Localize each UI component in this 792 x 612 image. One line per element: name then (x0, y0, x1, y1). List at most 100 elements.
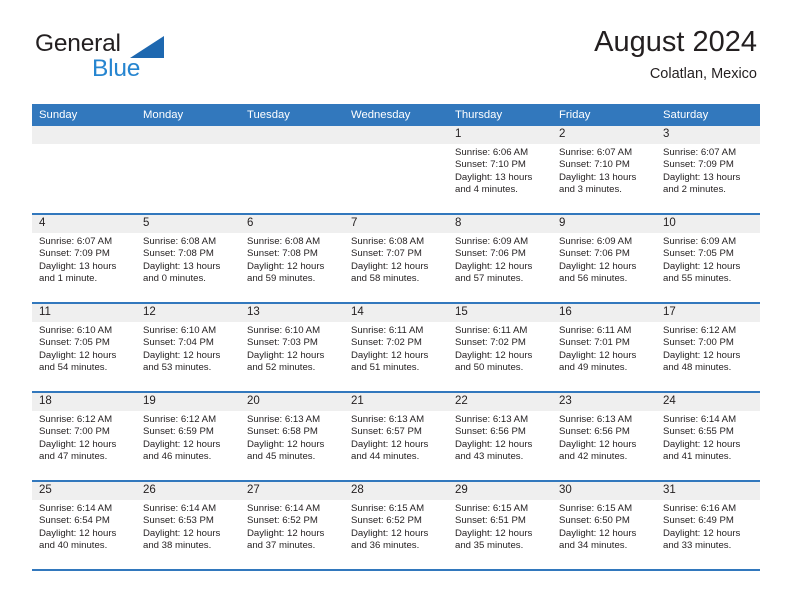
day-cell[interactable]: 10 Sunrise: 6:09 AM Sunset: 7:05 PM Dayl… (656, 215, 760, 302)
day-cell[interactable] (240, 126, 344, 213)
day-number: 19 (136, 393, 240, 411)
day-number: 1 (448, 126, 552, 144)
brand-name-general: General (35, 30, 121, 57)
day-cell[interactable]: 26 Sunrise: 6:14 AM Sunset: 6:53 PM Dayl… (136, 482, 240, 569)
week-row: 1 Sunrise: 6:06 AM Sunset: 7:10 PM Dayli… (32, 126, 760, 215)
day-details: Sunrise: 6:09 AM Sunset: 7:06 PM Dayligh… (448, 233, 552, 286)
day-details: Sunrise: 6:16 AM Sunset: 6:49 PM Dayligh… (656, 500, 760, 553)
daylight-text-line2: and 38 minutes. (143, 540, 212, 552)
day-cell[interactable]: 11 Sunrise: 6:10 AM Sunset: 7:05 PM Dayl… (32, 304, 136, 391)
day-cell[interactable]: 17 Sunrise: 6:12 AM Sunset: 7:00 PM Dayl… (656, 304, 760, 391)
day-details: Sunrise: 6:10 AM Sunset: 7:03 PM Dayligh… (240, 322, 344, 375)
day-cell[interactable]: 15 Sunrise: 6:11 AM Sunset: 7:02 PM Dayl… (448, 304, 552, 391)
daylight-text-line1: Daylight: 12 hours (143, 527, 221, 539)
day-number: 7 (344, 215, 448, 233)
sunrise-text: Sunrise: 6:14 AM (247, 503, 321, 514)
day-number (136, 126, 240, 144)
day-number (240, 126, 344, 144)
sunrise-text: Sunrise: 6:10 AM (39, 325, 113, 336)
day-cell[interactable]: 23 Sunrise: 6:13 AM Sunset: 6:56 PM Dayl… (552, 393, 656, 480)
sunset-text: Sunset: 6:55 PM (663, 426, 734, 438)
day-details: Sunrise: 6:14 AM Sunset: 6:54 PM Dayligh… (32, 500, 136, 553)
brand-name-blue: Blue (92, 55, 141, 82)
daylight-text-line1: Daylight: 12 hours (351, 438, 429, 450)
sunrise-text: Sunrise: 6:15 AM (559, 503, 633, 514)
sunset-text: Sunset: 7:04 PM (143, 337, 214, 349)
sunrise-text: Sunrise: 6:07 AM (559, 147, 633, 158)
day-cell[interactable]: 2 Sunrise: 6:07 AM Sunset: 7:10 PM Dayli… (552, 126, 656, 213)
daylight-text-line1: Daylight: 12 hours (455, 349, 533, 361)
daylight-text-line2: and 59 minutes. (247, 273, 316, 285)
day-cell[interactable]: 12 Sunrise: 6:10 AM Sunset: 7:04 PM Dayl… (136, 304, 240, 391)
day-cell[interactable]: 6 Sunrise: 6:08 AM Sunset: 7:08 PM Dayli… (240, 215, 344, 302)
day-cell[interactable]: 28 Sunrise: 6:15 AM Sunset: 6:52 PM Dayl… (344, 482, 448, 569)
sunset-text: Sunset: 6:49 PM (663, 515, 734, 527)
daylight-text-line1: Daylight: 12 hours (247, 349, 325, 361)
day-cell[interactable]: 4 Sunrise: 6:07 AM Sunset: 7:09 PM Dayli… (32, 215, 136, 302)
day-cell[interactable] (344, 126, 448, 213)
day-cell[interactable]: 19 Sunrise: 6:12 AM Sunset: 6:59 PM Dayl… (136, 393, 240, 480)
day-cell[interactable]: 30 Sunrise: 6:15 AM Sunset: 6:50 PM Dayl… (552, 482, 656, 569)
daylight-text-line2: and 48 minutes. (663, 362, 732, 374)
page-header: General Blue August 2024 Colatlan, Mexic… (32, 26, 757, 96)
day-cell[interactable]: 20 Sunrise: 6:13 AM Sunset: 6:58 PM Dayl… (240, 393, 344, 480)
sunrise-text: Sunrise: 6:09 AM (663, 236, 737, 247)
week-row: 25 Sunrise: 6:14 AM Sunset: 6:54 PM Dayl… (32, 482, 760, 571)
sunset-text: Sunset: 7:01 PM (559, 337, 630, 349)
daylight-text-line2: and 50 minutes. (455, 362, 524, 374)
daylight-text-line2: and 46 minutes. (143, 451, 212, 463)
day-cell[interactable]: 31 Sunrise: 6:16 AM Sunset: 6:49 PM Dayl… (656, 482, 760, 569)
daylight-text-line2: and 56 minutes. (559, 273, 628, 285)
calendar-page: General Blue August 2024 Colatlan, Mexic… (0, 0, 792, 612)
day-details: Sunrise: 6:08 AM Sunset: 7:08 PM Dayligh… (136, 233, 240, 286)
sunrise-text: Sunrise: 6:07 AM (39, 236, 113, 247)
sunset-text: Sunset: 6:57 PM (351, 426, 422, 438)
sunset-text: Sunset: 7:08 PM (143, 248, 214, 260)
day-details: Sunrise: 6:07 AM Sunset: 7:09 PM Dayligh… (32, 233, 136, 286)
sunset-text: Sunset: 7:07 PM (351, 248, 422, 260)
sunset-text: Sunset: 6:50 PM (559, 515, 630, 527)
sunset-text: Sunset: 6:59 PM (143, 426, 214, 438)
day-cell[interactable]: 14 Sunrise: 6:11 AM Sunset: 7:02 PM Dayl… (344, 304, 448, 391)
day-cell[interactable]: 8 Sunrise: 6:09 AM Sunset: 7:06 PM Dayli… (448, 215, 552, 302)
day-cell[interactable]: 24 Sunrise: 6:14 AM Sunset: 6:55 PM Dayl… (656, 393, 760, 480)
day-details: Sunrise: 6:10 AM Sunset: 7:05 PM Dayligh… (32, 322, 136, 375)
daylight-text-line1: Daylight: 13 hours (663, 171, 741, 183)
day-cell[interactable]: 16 Sunrise: 6:11 AM Sunset: 7:01 PM Dayl… (552, 304, 656, 391)
daylight-text-line1: Daylight: 12 hours (559, 260, 637, 272)
day-cell[interactable]: 3 Sunrise: 6:07 AM Sunset: 7:09 PM Dayli… (656, 126, 760, 213)
sunset-text: Sunset: 7:09 PM (663, 159, 734, 171)
day-cell[interactable] (32, 126, 136, 213)
day-cell[interactable]: 22 Sunrise: 6:13 AM Sunset: 6:56 PM Dayl… (448, 393, 552, 480)
day-cell[interactable]: 18 Sunrise: 6:12 AM Sunset: 7:00 PM Dayl… (32, 393, 136, 480)
day-cell[interactable] (136, 126, 240, 213)
day-details: Sunrise: 6:13 AM Sunset: 6:56 PM Dayligh… (448, 411, 552, 464)
daylight-text-line2: and 34 minutes. (559, 540, 628, 552)
day-cell[interactable]: 7 Sunrise: 6:08 AM Sunset: 7:07 PM Dayli… (344, 215, 448, 302)
day-cell[interactable]: 27 Sunrise: 6:14 AM Sunset: 6:52 PM Dayl… (240, 482, 344, 569)
day-number: 10 (656, 215, 760, 233)
day-cell[interactable]: 5 Sunrise: 6:08 AM Sunset: 7:08 PM Dayli… (136, 215, 240, 302)
sunset-text: Sunset: 6:56 PM (559, 426, 630, 438)
day-cell[interactable]: 25 Sunrise: 6:14 AM Sunset: 6:54 PM Dayl… (32, 482, 136, 569)
day-cell[interactable]: 9 Sunrise: 6:09 AM Sunset: 7:06 PM Dayli… (552, 215, 656, 302)
day-number: 9 (552, 215, 656, 233)
day-cell[interactable]: 21 Sunrise: 6:13 AM Sunset: 6:57 PM Dayl… (344, 393, 448, 480)
day-cell[interactable]: 13 Sunrise: 6:10 AM Sunset: 7:03 PM Dayl… (240, 304, 344, 391)
daylight-text-line2: and 43 minutes. (455, 451, 524, 463)
week-row: 11 Sunrise: 6:10 AM Sunset: 7:05 PM Dayl… (32, 304, 760, 393)
daylight-text-line1: Daylight: 13 hours (39, 260, 117, 272)
sunrise-text: Sunrise: 6:12 AM (663, 325, 737, 336)
sunrise-text: Sunrise: 6:13 AM (559, 414, 633, 425)
day-details: Sunrise: 6:13 AM Sunset: 6:56 PM Dayligh… (552, 411, 656, 464)
sunrise-text: Sunrise: 6:14 AM (39, 503, 113, 514)
sunrise-text: Sunrise: 6:15 AM (455, 503, 529, 514)
sunset-text: Sunset: 7:05 PM (39, 337, 110, 349)
day-number: 13 (240, 304, 344, 322)
sunrise-text: Sunrise: 6:12 AM (143, 414, 217, 425)
day-details: Sunrise: 6:08 AM Sunset: 7:07 PM Dayligh… (344, 233, 448, 286)
brand-logo[interactable]: General Blue (32, 26, 292, 90)
day-cell[interactable]: 29 Sunrise: 6:15 AM Sunset: 6:51 PM Dayl… (448, 482, 552, 569)
day-number: 22 (448, 393, 552, 411)
day-cell[interactable]: 1 Sunrise: 6:06 AM Sunset: 7:10 PM Dayli… (448, 126, 552, 213)
